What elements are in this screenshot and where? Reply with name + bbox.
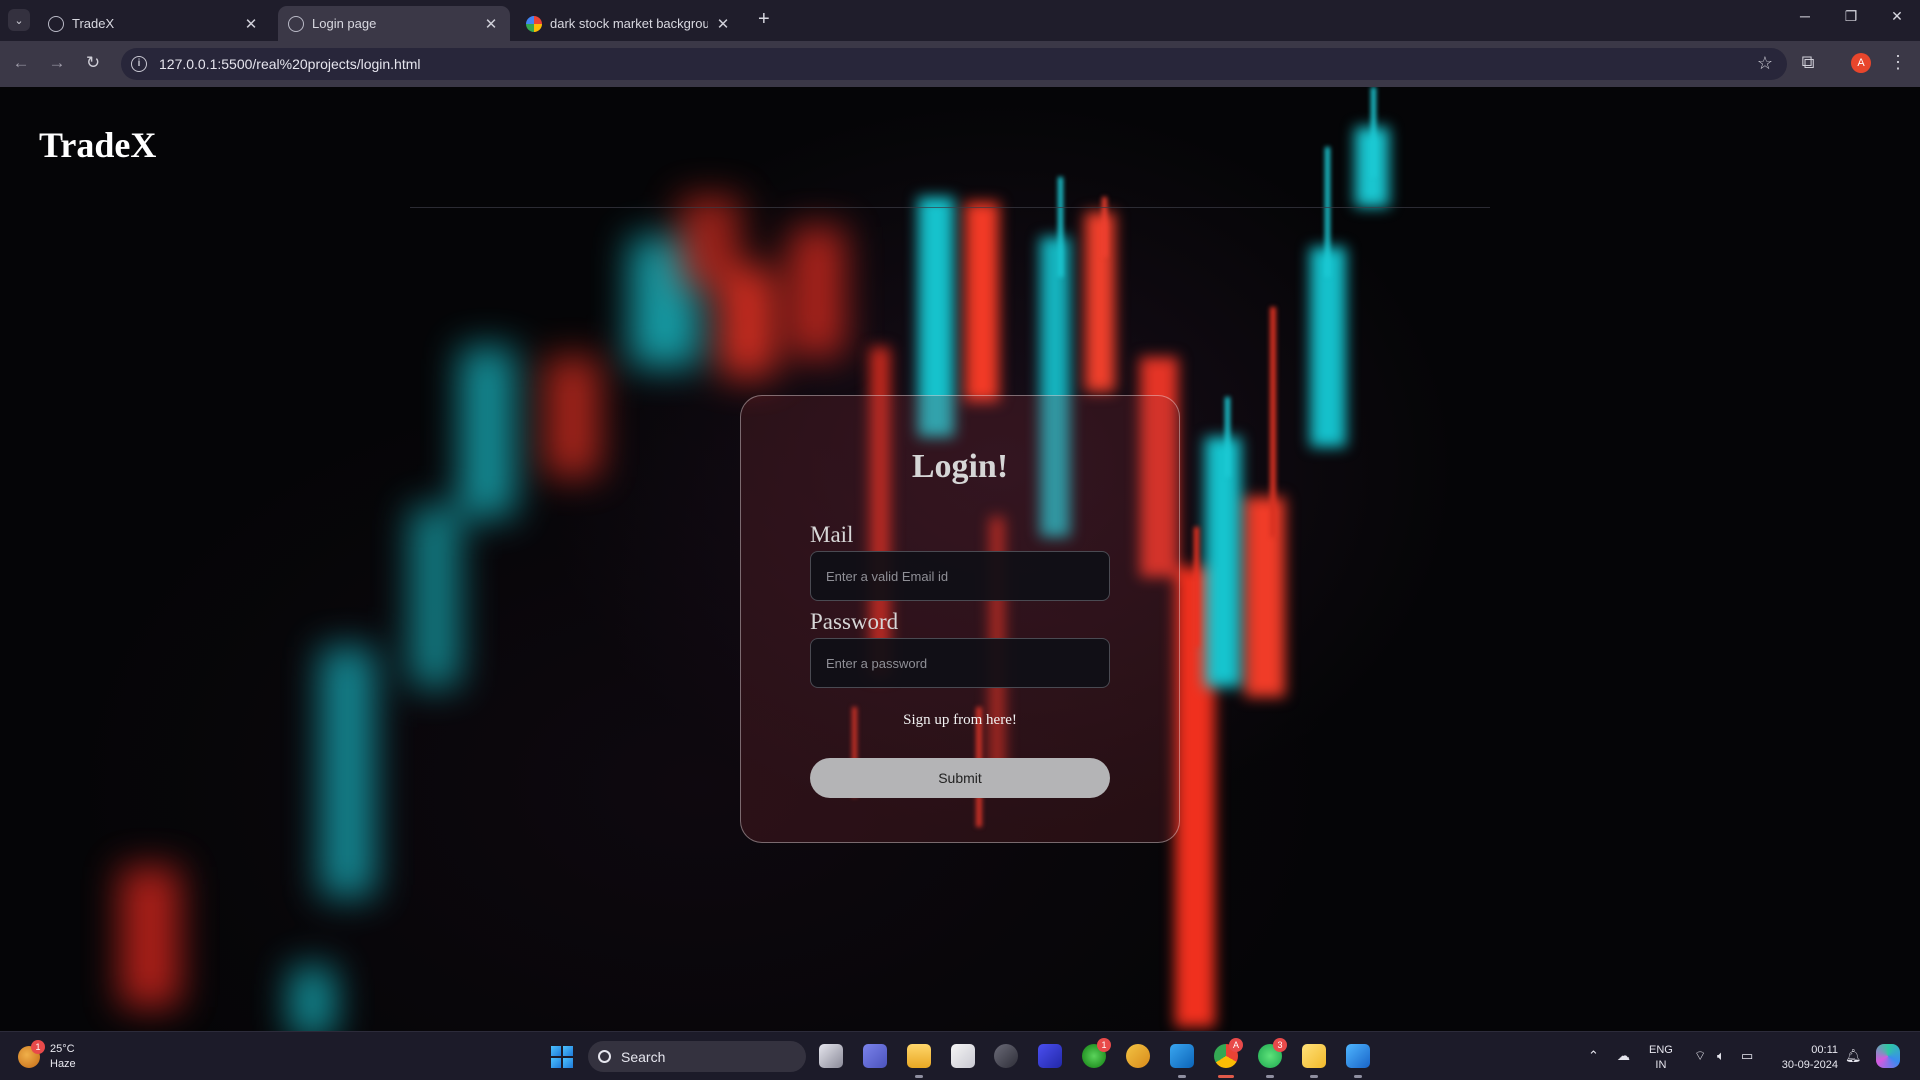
volume-icon[interactable]: 🔈︎ <box>1717 1048 1725 1064</box>
bookmark-star-icon[interactable]: ☆ <box>1757 53 1773 74</box>
address-bar[interactable]: i 127.0.0.1:5500/real%20projects/login.h… <box>121 48 1787 80</box>
clock-date: 30-09-2024 <box>1781 1059 1838 1071</box>
running-indicator <box>1310 1075 1318 1078</box>
more-menu-icon[interactable]: ⋮ <box>1886 52 1910 73</box>
password-label: Password <box>810 609 899 634</box>
tab-label: dark stock market background <box>550 16 708 31</box>
weather-icon: 1 <box>18 1040 45 1068</box>
weather-text: 25°C Haze <box>50 1042 76 1072</box>
globe-icon <box>288 15 304 32</box>
tab-login-page[interactable]: Login page ✕ <box>278 6 510 41</box>
header-divider <box>410 207 1490 208</box>
start-button[interactable] <box>551 1046 573 1068</box>
tab-google-search[interactable]: dark stock market background ✕ <box>516 6 742 41</box>
search-icon <box>598 1050 611 1063</box>
language-indicator[interactable]: ENG IN <box>1649 1043 1673 1073</box>
windows-logo-icon <box>551 1046 561 1056</box>
windows-taskbar: 1 25°C Haze Search 1 A 3 ⌃ ☁ ENG IN ⌔ 🔈︎… <box>0 1031 1920 1080</box>
back-icon[interactable]: ← <box>10 52 32 74</box>
background-candles-far <box>120 197 845 1031</box>
globe-icon <box>48 15 64 32</box>
site-info-icon[interactable]: i <box>131 56 147 72</box>
github-desktop-icon[interactable] <box>994 1044 1018 1068</box>
medal-icon[interactable] <box>1126 1044 1150 1068</box>
submit-button[interactable]: Submit <box>810 758 1110 798</box>
running-indicator <box>1178 1075 1186 1078</box>
chevron-down-icon: ⌄ <box>14 14 24 27</box>
running-indicator <box>915 1075 923 1078</box>
restore-icon[interactable]: ❐ <box>1836 8 1866 25</box>
page-viewport: TradeX Login! Mail Password Sign up from… <box>0 87 1920 1031</box>
notification-badge: 3 <box>1273 1038 1287 1052</box>
reload-icon[interactable]: ↻ <box>82 52 104 74</box>
password-field[interactable] <box>810 638 1110 688</box>
login-card: Login! Mail Password Sign up from here! … <box>740 395 1180 843</box>
signup-link[interactable]: Sign up from here! <box>741 712 1179 729</box>
notification-badge: 1 <box>31 1040 45 1054</box>
url-text[interactable]: 127.0.0.1:5500/real%20projects/login.htm… <box>159 56 421 72</box>
minimize-icon[interactable]: ─ <box>1790 8 1820 24</box>
microsoft-store-icon[interactable] <box>951 1044 975 1068</box>
sticky-notes-icon[interactable] <box>1302 1044 1326 1068</box>
running-indicator <box>1266 1075 1274 1078</box>
clock-time: 00:11 <box>1811 1044 1838 1056</box>
tab-search-button[interactable]: ⌄ <box>8 9 30 31</box>
running-indicator <box>1218 1075 1234 1078</box>
forward-icon[interactable]: → <box>46 52 68 74</box>
notification-bell-icon[interactable]: 🔔︎ <box>1845 1048 1862 1064</box>
tab-label: Login page <box>312 16 377 31</box>
file-explorer-icon[interactable] <box>907 1044 931 1068</box>
browser-toolbar: ← → ↻ i 127.0.0.1:5500/real%20projects/l… <box>0 41 1920 87</box>
mail-label: Mail <box>810 522 854 547</box>
battery-icon[interactable]: ▭ <box>1741 1048 1753 1064</box>
task-view-icon[interactable] <box>819 1044 843 1068</box>
tab-tradex[interactable]: TradeX ✕ <box>38 6 270 41</box>
copilot-icon[interactable] <box>1876 1044 1900 1068</box>
vscode-icon[interactable] <box>1170 1044 1194 1068</box>
azure-data-studio-icon[interactable] <box>1038 1044 1062 1068</box>
profile-avatar[interactable]: A <box>1851 53 1871 73</box>
new-tab-button[interactable]: + <box>758 8 770 31</box>
taskbar-search[interactable]: Search <box>588 1041 806 1072</box>
close-icon[interactable]: ✕ <box>714 15 732 33</box>
google-icon <box>526 15 542 32</box>
browser-tab-strip: ⌄ TradeX ✕ Login page ✕ dark stock marke… <box>0 0 1920 41</box>
weather-condition: Haze <box>50 1058 76 1070</box>
photo-editor-icon[interactable] <box>1346 1044 1370 1068</box>
running-indicator <box>1354 1075 1362 1078</box>
region-code: IN <box>1655 1059 1667 1071</box>
close-icon[interactable]: ✕ <box>242 15 260 33</box>
teams-icon[interactable] <box>863 1044 887 1068</box>
weather-widget[interactable]: 1 25°C Haze <box>18 1040 76 1072</box>
brand-logo[interactable]: TradeX <box>39 124 156 166</box>
close-icon[interactable]: ✕ <box>482 15 500 33</box>
close-window-icon[interactable]: ✕ <box>1882 8 1912 25</box>
clock[interactable]: 00:11 30-09-2024 <box>1772 1043 1838 1073</box>
extensions-icon[interactable]: ⧉ <box>1796 52 1820 73</box>
weather-temp: 25°C <box>50 1043 75 1055</box>
login-title: Login! <box>911 448 1009 485</box>
notification-badge: A <box>1229 1038 1243 1052</box>
show-hidden-icons-chevron-icon[interactable]: ⌃ <box>1588 1048 1599 1064</box>
tab-label: TradeX <box>72 16 115 31</box>
language-code: ENG <box>1649 1044 1673 1056</box>
onedrive-icon[interactable]: ☁ <box>1617 1048 1630 1064</box>
wifi-icon[interactable]: ⌔ <box>1694 1048 1706 1064</box>
notification-badge: 1 <box>1097 1038 1111 1052</box>
search-label: Search <box>621 1048 666 1065</box>
email-field[interactable] <box>810 551 1110 601</box>
